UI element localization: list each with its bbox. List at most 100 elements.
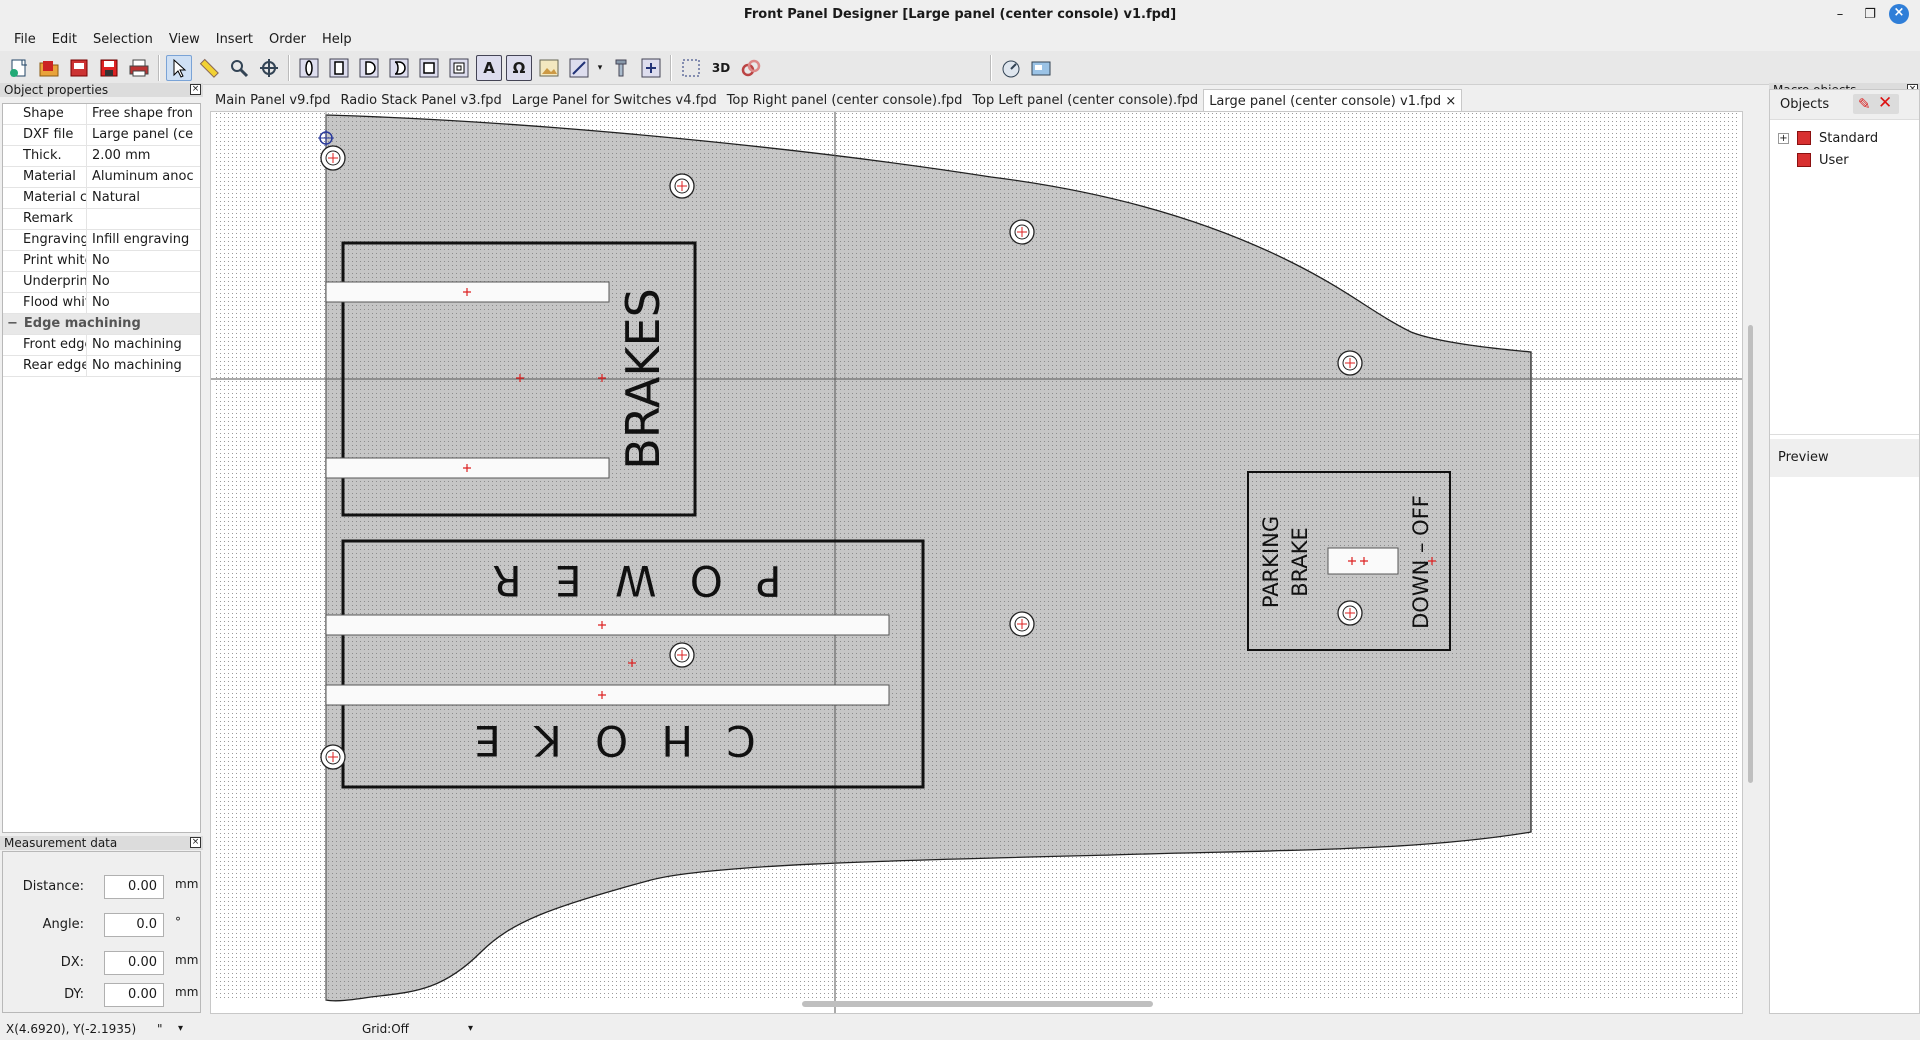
property-value[interactable]: Aluminum anoc [87,167,200,187]
menu-edit[interactable]: Edit [44,29,85,51]
property-value[interactable]: No machining [87,356,200,376]
preview-icon[interactable] [1028,55,1054,81]
design-canvas[interactable]: BRAKES P O W E R C H O K E PARKING BRAKE… [210,111,1743,1014]
property-value[interactable]: No machining [87,335,200,355]
picture-icon[interactable] [536,55,562,81]
tab-close-icon[interactable]: × [1445,94,1456,109]
zoom-icon[interactable] [226,55,252,81]
ruler-icon[interactable] [196,55,222,81]
mounting-hole[interactable] [669,642,695,668]
property-row[interactable]: Flood whiteNo [3,293,200,314]
close-icon[interactable]: × [190,84,201,95]
bolt-icon[interactable] [608,55,634,81]
line-icon[interactable] [566,55,592,81]
vertical-scrollbar[interactable] [1748,325,1753,783]
property-row[interactable]: Shape Free shape fron [3,104,200,125]
choke-slot[interactable] [325,684,890,706]
minimize-button[interactable]: – [1828,0,1852,29]
property-value[interactable]: 2.00 mm [87,146,200,166]
property-value[interactable]: Large panel (ce [87,125,200,145]
menu-order[interactable]: Order [261,29,314,51]
tab-main-panel[interactable]: Main Panel v9.fpd [210,89,336,111]
property-value[interactable]: Free shape fron [87,104,200,124]
rect-hole-icon[interactable] [326,55,352,81]
tree-item-standard[interactable]: + Standard [1778,127,1878,149]
line-dropdown-icon[interactable]: ▾ [596,55,604,81]
mounting-hole[interactable] [1337,350,1363,376]
brakes-label[interactable]: BRAKES [616,288,670,470]
close-icon[interactable]: × [190,837,201,848]
export-icon[interactable] [66,55,92,81]
menu-file[interactable]: File [6,29,44,51]
splitter[interactable] [1770,434,1919,438]
power-slot[interactable] [325,614,890,636]
close-window-button[interactable]: × [1889,4,1909,24]
property-value[interactable]: No [87,272,200,292]
menu-view[interactable]: View [161,29,208,51]
pointer-icon[interactable] [166,54,192,81]
collapse-icon[interactable]: − [7,314,18,334]
property-row[interactable]: DXF file Large panel (ce [3,125,200,146]
power-label[interactable]: P O W E R [482,556,781,605]
dx-field[interactable]: 0.00 [104,951,164,975]
property-value[interactable] [87,209,200,229]
property-row[interactable]: Thick. 2.00 mm [3,146,200,167]
unit-dropdown-icon[interactable]: ▾ [178,1018,183,1040]
property-value[interactable]: Natural [87,188,200,208]
tree-item-user[interactable]: User [1778,149,1878,171]
property-row[interactable]: Rear edgesNo machining [3,356,200,377]
select-rect-icon[interactable] [678,55,704,81]
property-row[interactable]: Material colcNatural [3,188,200,209]
choke-label[interactable]: C H O K E [464,716,755,765]
save-icon[interactable] [96,55,122,81]
price-icon[interactable] [998,55,1024,81]
tab-radio-stack[interactable]: Radio Stack Panel v3.fpd [336,89,507,111]
property-value[interactable]: No [87,251,200,271]
property-row[interactable]: Material Aluminum anoc [3,167,200,188]
restore-button[interactable]: ❐ [1858,0,1882,29]
distance-field[interactable]: 0.00 [104,875,164,899]
tab-top-left[interactable]: Top Left panel (center console).fpd [967,89,1203,111]
horizontal-scrollbar[interactable] [802,1001,1153,1007]
mounting-hole[interactable] [320,744,346,770]
property-value[interactable]: Infill engraving [87,230,200,250]
mounting-hole[interactable] [669,173,695,199]
property-row[interactable]: Front edgesNo machining [3,335,200,356]
tab-top-right[interactable]: Top Right panel (center console).fpd [722,89,968,111]
property-row[interactable]: Remark [3,209,200,230]
angle-field[interactable]: 0.0 [104,913,164,937]
delete-icon[interactable]: ✕ [1878,93,1892,113]
tab-large-switches[interactable]: Large Panel for Switches v4.fpd [507,89,722,111]
menu-insert[interactable]: Insert [208,29,261,51]
parking-label[interactable]: PARKING [1259,516,1283,608]
menu-help[interactable]: Help [314,29,360,51]
property-row[interactable]: Engraving mInfill engraving [3,230,200,251]
hole-icon[interactable] [296,55,322,81]
new-icon[interactable] [6,55,32,81]
mounting-hole[interactable] [1337,600,1363,626]
panel-drawing[interactable]: BRAKES P O W E R C H O K E PARKING BRAKE… [211,112,1743,1014]
3d-icon[interactable]: 3D [708,55,734,81]
dy-field[interactable]: 0.00 [104,983,164,1007]
print-icon[interactable] [126,55,152,81]
mounting-hole[interactable] [1009,611,1035,637]
property-value[interactable]: No [87,293,200,313]
mounting-hole[interactable] [320,145,346,171]
bolt-stud-icon[interactable] [638,55,664,81]
d-hole-icon[interactable] [356,55,382,81]
property-row[interactable]: Print white No [3,251,200,272]
grid-dropdown-icon[interactable]: ▾ [468,1018,473,1040]
double-d-icon[interactable] [386,55,412,81]
unit-selector[interactable]: " [157,1018,163,1040]
grid-selector[interactable]: Grid:Off [362,1018,409,1040]
mounting-hole[interactable] [1009,219,1035,245]
down-off-label[interactable]: DOWN – OFF [1409,495,1433,629]
edge-machining-group[interactable]: − Edge machining [3,314,200,335]
open-icon[interactable] [36,55,62,81]
tab-large-panel-active[interactable]: Large panel (center console) v1.fpd × [1203,89,1463,111]
property-row[interactable]: Underprint wNo [3,272,200,293]
expand-icon[interactable]: + [1778,132,1789,144]
engrave-icon[interactable]: Ω [506,54,532,81]
rect-pocket-icon[interactable] [416,55,442,81]
text-icon[interactable]: A [476,54,502,81]
